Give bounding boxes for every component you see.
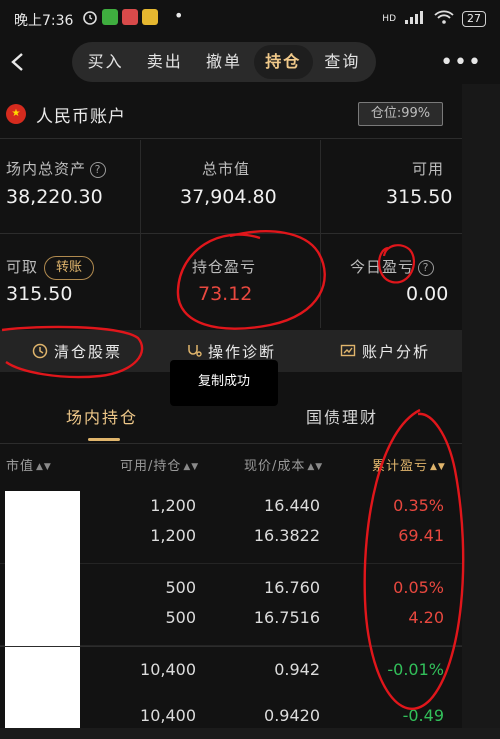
column-divider	[140, 140, 141, 328]
status-time: 晚上7:36	[14, 13, 74, 29]
account-analysis-button[interactable]: 账户分析	[308, 330, 462, 372]
column-divider	[320, 140, 321, 328]
position-pnl-value: 73.12	[198, 283, 253, 305]
today-pnl-value: 0.00	[406, 283, 449, 305]
status-right: HD 27	[382, 10, 486, 27]
more-icon[interactable]: •••	[440, 50, 482, 75]
position-pnl-label: 持仓盈亏	[192, 258, 257, 276]
transfer-button[interactable]: 转账	[44, 256, 94, 280]
pnl-percent: -0.01%	[387, 660, 444, 679]
current-price: 0.942	[274, 660, 320, 679]
account-name: 人民币账户	[36, 107, 126, 127]
total-assets-text: 场内总资产	[6, 160, 87, 178]
available-value: 315.50	[386, 186, 453, 208]
market-value-label: 总市值	[202, 160, 251, 178]
tab-exchange-holdings[interactable]: 场内持仓	[66, 404, 138, 428]
copy-success-toast: 复制成功	[170, 360, 278, 406]
diagnose-label: 操作诊断	[207, 342, 276, 361]
col-cumulative-pnl[interactable]: 累计盈亏 ▲▼	[372, 455, 446, 474]
divider	[0, 138, 462, 139]
status-dot: •	[174, 6, 184, 25]
page-edge	[462, 84, 500, 739]
table-header: 市值 ▲▼ 可用/持仓 ▲▼ 现价/成本 ▲▼ 累计盈亏 ▲▼	[0, 450, 462, 478]
col-market-value[interactable]: 市值 ▲▼	[6, 455, 52, 474]
tab-holdings[interactable]: 持仓	[253, 45, 313, 79]
qty-held: 1,200	[150, 526, 196, 545]
col-qty[interactable]: 可用/持仓 ▲▼	[120, 455, 199, 474]
status-bar: 晚上7:36 • HD 27	[0, 0, 500, 36]
active-tab-indicator	[88, 438, 120, 441]
redaction-mask	[5, 491, 80, 739]
chart-icon	[340, 343, 356, 359]
col-price[interactable]: 现价/成本 ▲▼	[244, 455, 323, 474]
stethoscope-icon	[186, 343, 202, 359]
sort-icon: ▲▼	[183, 462, 200, 472]
network-label: HD	[382, 13, 396, 24]
signal-icon	[404, 10, 426, 27]
trade-tabs: 买入 卖出 撤单 持仓 查询	[72, 42, 376, 82]
back-icon[interactable]	[8, 48, 32, 76]
help-icon[interactable]: ?	[90, 162, 107, 178]
divider	[0, 646, 462, 647]
cost-price: 16.3822	[253, 526, 320, 545]
qty-available: 10,400	[140, 660, 196, 679]
battery-icon: 27	[462, 10, 486, 27]
col-label: 累计盈亏	[372, 459, 429, 474]
market-value: 37,904.80	[180, 186, 277, 208]
current-price: 16.760	[264, 578, 320, 597]
today-pnl-text: 今日盈亏	[350, 258, 415, 276]
position-badge: 仓位:99%	[358, 102, 443, 126]
sort-icon: ▲▼	[307, 462, 324, 472]
status-icons	[82, 9, 158, 25]
qty-held: 10,400	[140, 706, 196, 725]
tab-query[interactable]: 查询	[313, 45, 372, 79]
tab-bond-wealth[interactable]: 国债理财	[306, 404, 378, 428]
pnl-amount: -0.49	[402, 706, 444, 725]
pnl-percent: 0.35%	[393, 496, 444, 515]
help-icon[interactable]: ?	[418, 260, 435, 276]
wifi-icon	[434, 10, 454, 27]
qty-available: 1,200	[150, 496, 196, 515]
qty-available: 500	[165, 578, 196, 597]
clear-stocks-button[interactable]: 清仓股票	[0, 330, 154, 372]
app-icon	[122, 9, 138, 25]
cost-price: 16.7516	[253, 608, 320, 627]
current-price: 16.440	[264, 496, 320, 515]
cost-price: 0.9420	[264, 706, 320, 725]
bottom-toolbar	[0, 728, 500, 739]
tab-sell[interactable]: 卖出	[135, 45, 194, 79]
withdrawable-label: 可取	[6, 258, 39, 276]
col-label: 现价/成本	[244, 459, 306, 474]
qty-held: 500	[165, 608, 196, 627]
tab-cancel[interactable]: 撤单	[194, 45, 253, 79]
clear-stocks-label: 清仓股票	[53, 342, 122, 361]
app-icon	[102, 9, 118, 25]
withdrawable-value: 315.50	[6, 283, 73, 305]
alarm-icon	[82, 9, 98, 25]
divider	[0, 233, 462, 234]
total-assets-label: 场内总资产?	[6, 158, 107, 179]
account-row: ★ 人民币账户 仓位:99%	[0, 94, 500, 136]
app-icon	[142, 9, 158, 25]
available-label: 可用	[412, 160, 445, 178]
total-assets-value: 38,220.30	[6, 186, 103, 208]
sort-icon: ▲▼	[36, 462, 52, 472]
today-pnl-label: 今日盈亏?	[350, 256, 435, 277]
divider	[0, 443, 462, 444]
tab-buy[interactable]: 买入	[76, 45, 135, 79]
nav-bar: 买入 卖出 撤单 持仓 查询 •••	[0, 40, 500, 84]
sort-icon: ▲▼	[430, 462, 446, 472]
pnl-amount: 69.41	[398, 526, 444, 545]
pnl-amount: 4.20	[408, 608, 444, 627]
col-label: 市值	[6, 459, 35, 474]
pnl-percent: 0.05%	[393, 578, 444, 597]
annotation-circle-pnl	[176, 230, 326, 330]
account-analysis-label: 账户分析	[361, 342, 430, 361]
cn-flag-icon: ★	[6, 104, 26, 124]
col-label: 可用/持仓	[120, 459, 182, 474]
clock-icon	[32, 343, 48, 359]
